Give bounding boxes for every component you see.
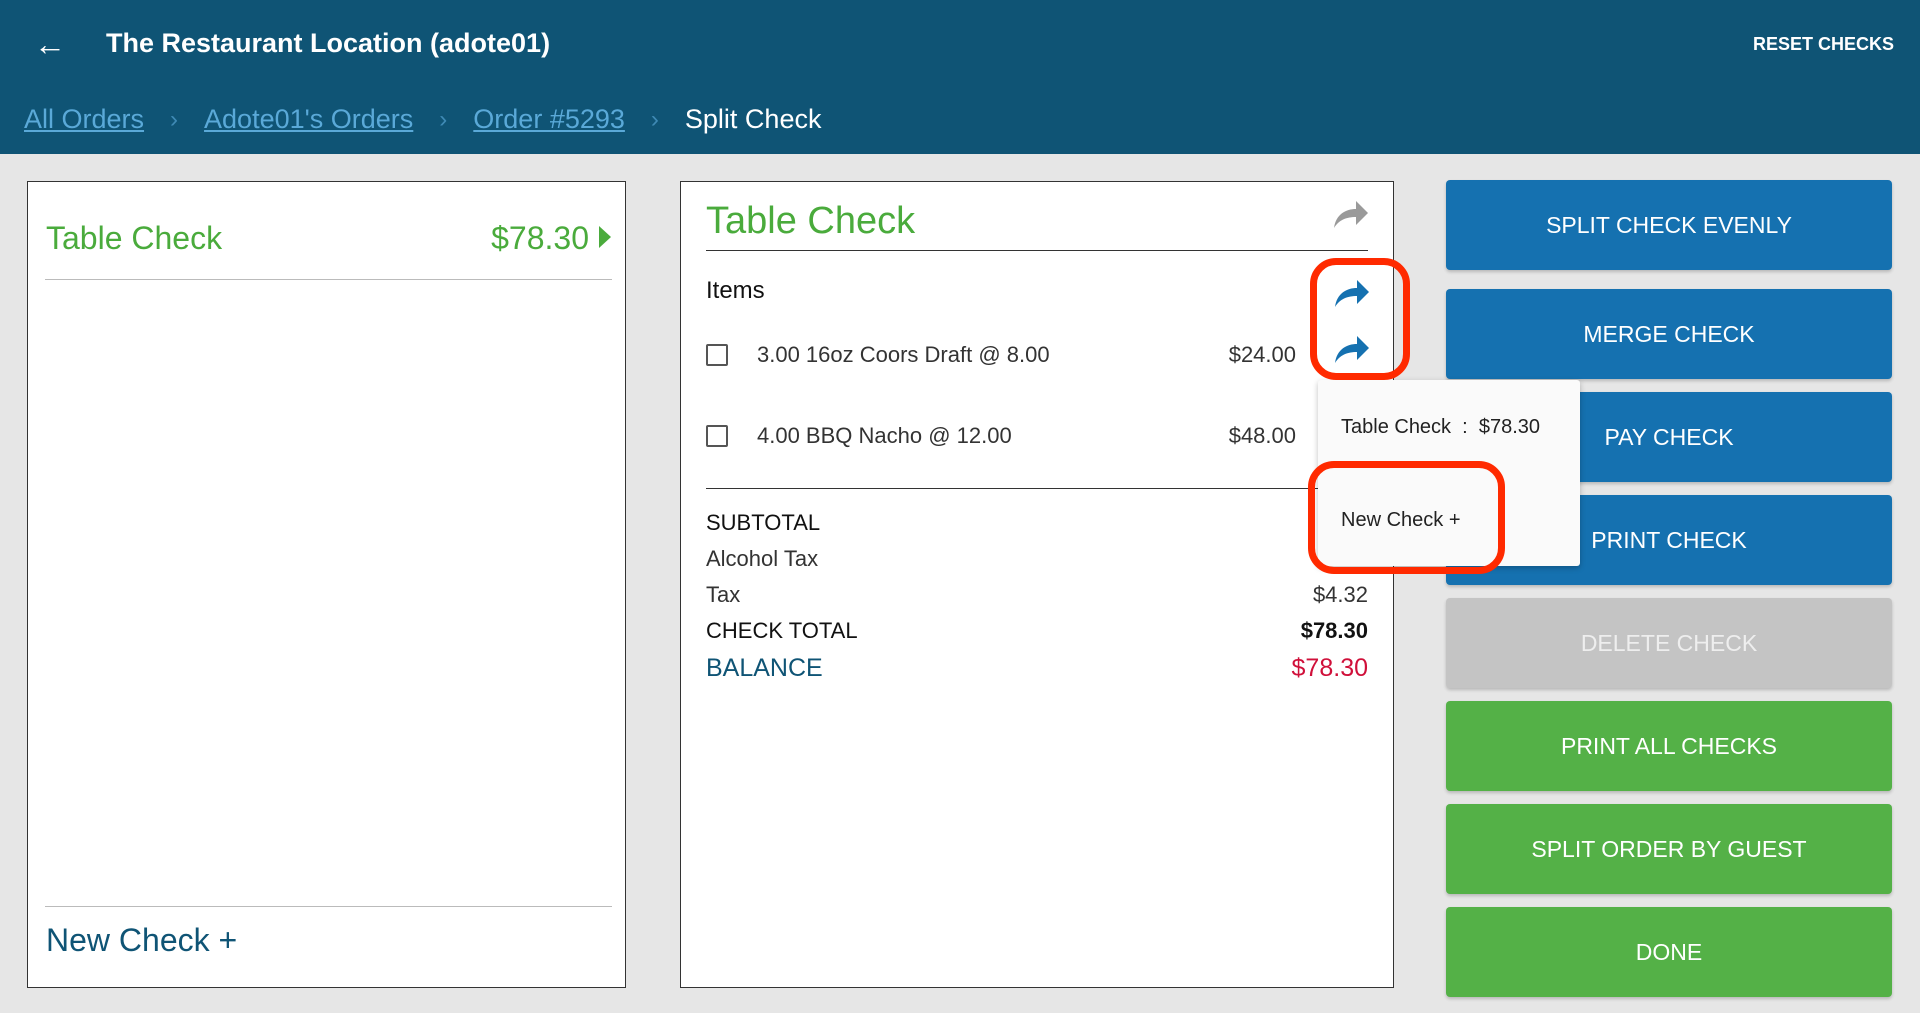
reset-checks-button[interactable]: RESET CHECKS [1753, 34, 1894, 55]
divider [706, 250, 1368, 251]
check-amount: $78.30 [491, 220, 589, 256]
check-total-row: CHECK TOTAL $78.30 [706, 618, 1368, 644]
check-title: Table Check [706, 200, 916, 242]
item-checkbox[interactable] [706, 344, 728, 366]
balance-row: BALANCE $78.30 [706, 654, 1368, 683]
divider [45, 279, 612, 280]
breadcrumb-separator: › [170, 105, 179, 133]
alcohol-tax-row: Alcohol Tax [706, 546, 1368, 572]
alcohol-tax-label: Alcohol Tax [706, 546, 819, 571]
breadcrumb-order[interactable]: Order #5293 [473, 104, 625, 135]
check-total-value: $78.30 [1300, 618, 1368, 643]
item-checkbox[interactable] [706, 425, 728, 447]
breadcrumb-separator: › [650, 105, 659, 133]
item-description: 3.00 16oz Coors Draft @ 8.00 [757, 342, 1050, 367]
app-header: ← The Restaurant Location (adote01) RESE… [0, 0, 1920, 154]
back-arrow-icon[interactable]: ← [34, 26, 66, 63]
tax-label: Tax [706, 582, 741, 607]
checks-list-panel: Table Check $78.30 New Check + [27, 181, 626, 988]
check-detail-panel: Table Check Items 3.00 16oz Coors Draft … [680, 181, 1394, 988]
divider [706, 488, 1368, 489]
menu-item-table-check[interactable]: Table Check : $78.30 [1341, 416, 1540, 439]
check-name: Table Check [46, 220, 223, 256]
items-label: Items [706, 277, 765, 304]
delete-check-button[interactable]: DELETE CHECK [1446, 598, 1892, 688]
tax-value: $4.32 [1312, 582, 1368, 607]
divider [45, 906, 612, 907]
caret-right-icon [599, 226, 611, 248]
page-title: The Restaurant Location (adote01) [106, 28, 551, 58]
breadcrumb-separator: › [439, 105, 448, 133]
balance-value: $78.30 [1291, 654, 1368, 682]
breadcrumb-user-orders[interactable]: Adote01's Orders [204, 104, 413, 135]
subtotal-label: SUBTOTAL [706, 510, 821, 535]
done-button[interactable]: DONE [1446, 907, 1892, 997]
tax-row: Tax $4.32 [706, 582, 1368, 608]
breadcrumb: All Orders › Adote01's Orders › Order #5… [24, 104, 821, 135]
share-forward-icon[interactable] [1330, 198, 1370, 232]
highlight-annotation [1310, 258, 1410, 380]
highlight-annotation [1308, 461, 1505, 574]
new-check-button[interactable]: New Check + [46, 922, 237, 959]
breadcrumb-current: Split Check [684, 104, 822, 134]
split-order-by-guest-button[interactable]: SPLIT ORDER BY GUEST [1446, 804, 1892, 894]
print-all-checks-button[interactable]: PRINT ALL CHECKS [1446, 701, 1892, 791]
check-total-label: CHECK TOTAL [706, 618, 858, 643]
split-check-evenly-button[interactable]: SPLIT CHECK EVENLY [1446, 180, 1892, 270]
subtotal-row: SUBTOTAL [706, 510, 1368, 536]
item-description: 4.00 BBQ Nacho @ 12.00 [757, 423, 1012, 448]
breadcrumb-all-orders[interactable]: All Orders [24, 104, 144, 135]
item-price: $48.00 [1228, 423, 1296, 448]
merge-check-button[interactable]: MERGE CHECK [1446, 289, 1892, 379]
balance-label: BALANCE [706, 654, 823, 682]
item-price: $24.00 [1228, 342, 1296, 367]
